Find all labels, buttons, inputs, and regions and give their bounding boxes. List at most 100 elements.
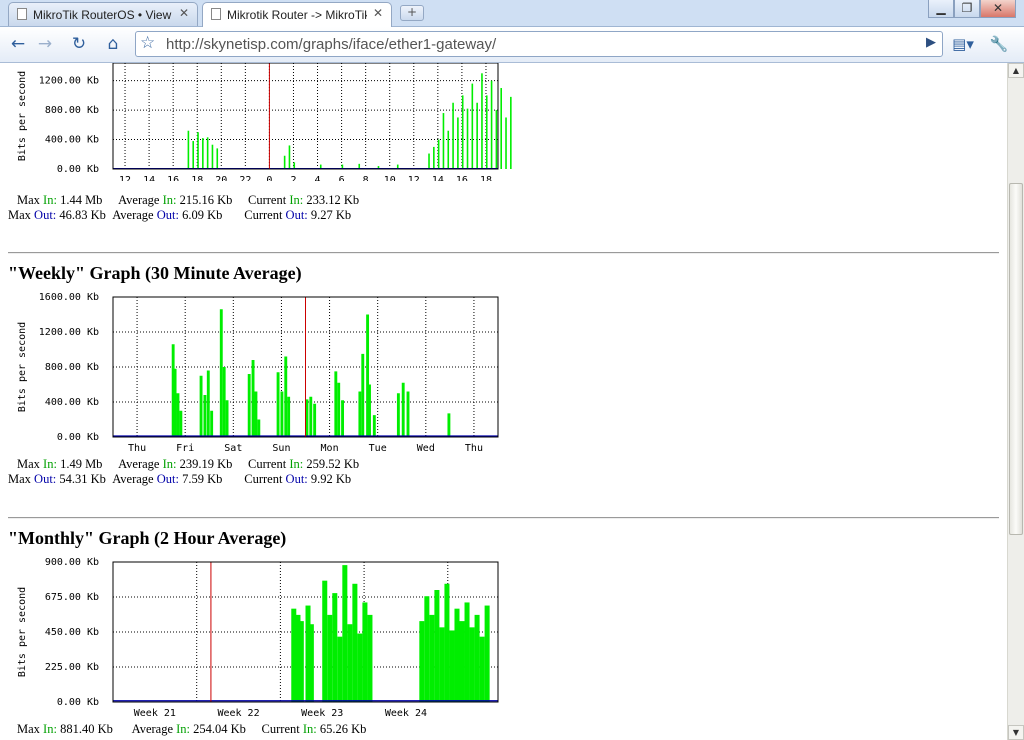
url-text: http://skynetisp.com/graphs/iface/ether1…: [166, 36, 497, 53]
current-in-value: 233.12 Kb: [306, 193, 360, 207]
weekly-stats-out: Max Out: 54.31 Kb Average Out: 7.59 Kb C…: [8, 472, 351, 487]
in-traffic-bar: [396, 393, 400, 437]
wrench-menu-icon[interactable]: 🔧: [986, 32, 1012, 56]
x-tick-label: Thu: [128, 443, 146, 451]
average-label: Average: [118, 457, 160, 471]
average-label: Average: [118, 193, 160, 207]
divider: [8, 252, 999, 254]
browser-toolbar: ← → ↻ ⌂ ☆ http://skynetisp.com/graphs/if…: [0, 27, 1024, 63]
y-tick-label: 400.00 Kb: [45, 135, 99, 146]
new-tab-button[interactable]: +: [400, 5, 424, 21]
reload-icon[interactable]: ↻: [66, 32, 92, 56]
y-tick-label: 800.00 Kb: [45, 362, 99, 373]
current-label: Current: [248, 457, 287, 471]
out-label: Out:: [34, 208, 57, 222]
in-traffic-bar: [428, 153, 430, 169]
x-tick-label: Tue: [369, 443, 387, 451]
in-traffic-bar: [179, 410, 183, 437]
scroll-down-arrow-icon[interactable]: ▼: [1008, 725, 1024, 740]
y-axis-label: Bits per second: [17, 71, 28, 161]
address-bar[interactable]: ☆ http://skynetisp.com/graphs/iface/ethe…: [135, 31, 943, 57]
in-traffic-bar: [424, 596, 430, 702]
in-traffic-bar: [474, 614, 480, 702]
in-traffic-bar: [433, 146, 435, 169]
in-traffic-bar: [447, 130, 450, 169]
tab-mikrotik-router[interactable]: Mikrotik Router -> MikroTik ... ✕: [202, 2, 392, 27]
average-out-value: 6.09 Kb: [182, 208, 223, 222]
max-out-value: 54.31 Kb: [59, 472, 106, 486]
scroll-thumb[interactable]: [1009, 183, 1023, 535]
in-traffic-bar: [454, 608, 460, 702]
in-traffic-bar: [481, 73, 483, 169]
in-traffic-bar: [206, 370, 210, 437]
in-traffic-bar: [287, 396, 291, 437]
in-traffic-bar: [469, 627, 475, 702]
in-traffic-bar: [429, 614, 435, 702]
y-tick-label: 900.00 Kb: [45, 557, 99, 568]
in-traffic-bar: [203, 395, 207, 437]
close-icon[interactable]: ✕: [373, 6, 383, 20]
average-label: Average: [112, 472, 154, 486]
in-traffic-bar: [444, 583, 450, 702]
in-traffic-bar: [251, 360, 255, 437]
back-arrow-icon[interactable]: ←: [5, 32, 31, 56]
y-axis-label: Bits per second: [17, 322, 28, 412]
in-traffic-bar: [280, 391, 284, 437]
home-icon[interactable]: ⌂: [100, 32, 126, 56]
weekly-graph: Bits per second 1600.00 Kb 1200.00 Kb 800.0…: [17, 292, 499, 451]
max-label: Max: [8, 208, 31, 222]
in-traffic-bar: [452, 102, 454, 169]
average-out-value: 7.59 Kb: [182, 472, 223, 486]
in-traffic-bar: [199, 375, 203, 437]
in-traffic-bar: [406, 391, 410, 437]
y-tick-label: 1200.00 Kb: [39, 327, 99, 338]
max-label: Max: [17, 722, 40, 736]
in-traffic-bar: [176, 393, 180, 437]
in-traffic-bar: [471, 83, 474, 169]
bookmark-star-icon[interactable]: ☆: [140, 33, 155, 53]
x-tick-label: Mon: [321, 443, 339, 451]
page-icon: [211, 8, 221, 20]
in-traffic-bar: [288, 145, 291, 169]
average-in-value: 239.19 Kb: [179, 457, 233, 471]
average-in-value: 215.16 Kb: [179, 193, 233, 207]
in-traffic-bar: [337, 636, 343, 702]
in-traffic-bar: [347, 624, 353, 702]
page-menu-icon[interactable]: ▤▾: [950, 32, 976, 56]
in-traffic-bar: [334, 371, 338, 437]
out-label: Out:: [156, 208, 179, 222]
out-label: Out:: [285, 208, 308, 222]
go-icon[interactable]: ▶: [926, 35, 936, 50]
x-tick-label: Week 21: [134, 708, 176, 716]
in-traffic-bar: [439, 627, 445, 702]
in-traffic-bar: [247, 374, 251, 437]
daily-stats-in: Max In: 1.44 Mb Average In: 215.16 Kb Cu…: [17, 193, 359, 208]
y-tick-label: 450.00 Kb: [45, 627, 99, 638]
restore-button[interactable]: ❐: [954, 0, 980, 18]
vertical-scrollbar[interactable]: ▲ ▼: [1007, 63, 1024, 740]
in-traffic-bar: [464, 602, 470, 702]
in-label: In:: [162, 457, 177, 471]
tab-mikrotik-forum[interactable]: MikroTik RouterOS • View t... ✕: [8, 2, 198, 26]
in-traffic-bar: [216, 148, 219, 169]
window-close-button[interactable]: ✕: [980, 0, 1016, 18]
forward-arrow-icon[interactable]: →: [32, 32, 58, 56]
close-icon[interactable]: ✕: [179, 6, 189, 20]
in-traffic-bar: [202, 138, 204, 169]
in-label: In:: [43, 722, 57, 736]
current-label: Current: [244, 472, 283, 486]
tab-label: MikroTik RouterOS • View t...: [33, 8, 173, 22]
x-tick-label: 18: [191, 175, 203, 181]
in-traffic-bar: [206, 137, 209, 169]
out-label: Out:: [34, 472, 57, 486]
in-traffic-bar: [437, 139, 440, 169]
current-label: Current: [244, 208, 283, 222]
x-tick-label: 6: [339, 175, 345, 181]
scroll-up-arrow-icon[interactable]: ▲: [1008, 63, 1024, 78]
y-axis-label: Bits per second: [17, 587, 28, 677]
average-label: Average: [112, 208, 154, 222]
minimize-button[interactable]: ▁: [928, 0, 954, 18]
daily-stats-out: Max Out: 46.83 Kb Average Out: 6.09 Kb C…: [8, 208, 351, 223]
in-label: In:: [162, 193, 177, 207]
in-traffic-bar: [225, 400, 229, 437]
